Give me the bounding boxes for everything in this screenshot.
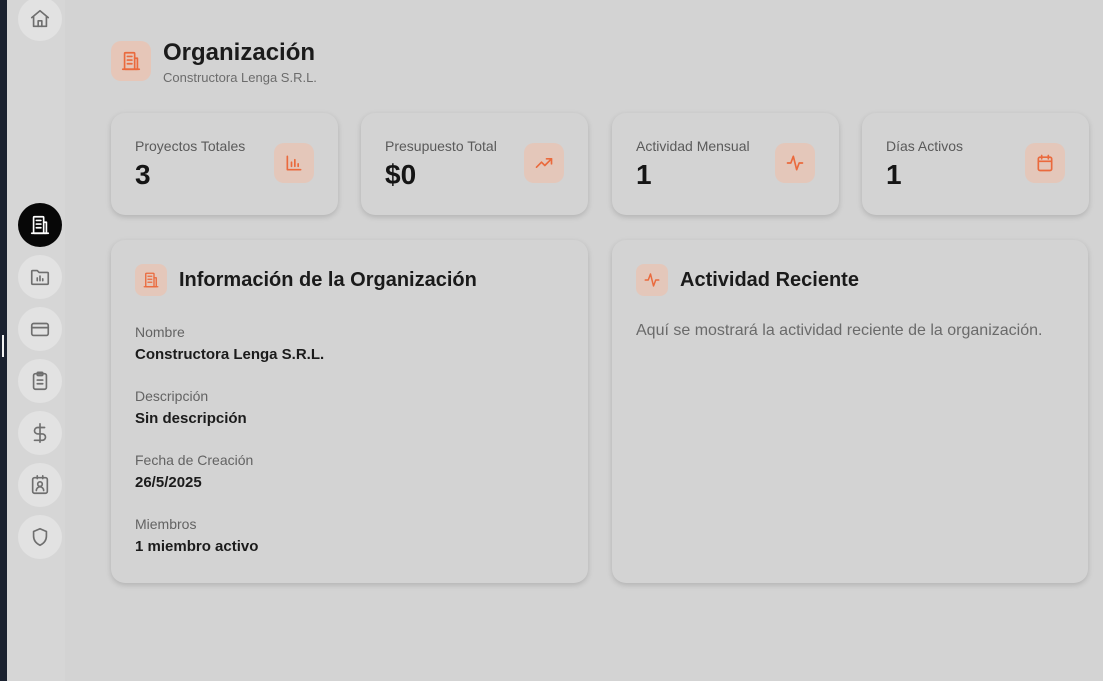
- field-creation-date: Fecha de Creación 26/5/2025: [135, 452, 253, 491]
- activity-icon: [644, 273, 660, 287]
- sidebar-item-organization[interactable]: [18, 203, 62, 247]
- stat-card-budget: Presupuesto Total $0: [361, 113, 588, 215]
- panel-title: Actividad Reciente: [680, 269, 859, 291]
- field-label: Fecha de Creación: [135, 452, 254, 468]
- field-label: Nombre: [135, 324, 185, 340]
- field-members: Miembros 1 miembro activo: [135, 516, 258, 555]
- sidebar-item-projects[interactable]: [18, 255, 62, 299]
- stat-value: 3: [135, 159, 151, 190]
- stat-label: Proyectos Totales: [135, 138, 246, 154]
- trending-up-icon: [535, 158, 553, 168]
- stat-card-monthly-activity: Actividad Mensual 1: [612, 113, 839, 215]
- sidebar-item-security[interactable]: [18, 515, 62, 559]
- building-icon: [143, 272, 159, 288]
- sidebar-item-contacts[interactable]: [18, 463, 62, 507]
- sidebar-item-payments[interactable]: [18, 307, 62, 351]
- recent-activity-panel: Actividad Reciente Aquí se mostrará la a…: [612, 240, 1088, 583]
- stat-card-projects: Proyectos Totales 3: [111, 113, 338, 215]
- shield-icon: [32, 527, 48, 547]
- stat-value: 1: [886, 159, 902, 190]
- panel-icon-badge: [636, 264, 668, 296]
- sidebar-item-tasks[interactable]: [18, 359, 62, 403]
- stat-icon-badge: [274, 143, 314, 183]
- field-name: Nombre Constructora Lenga S.R.L.: [135, 324, 324, 363]
- field-label: Descripción: [135, 388, 209, 404]
- sidebar-item-finance[interactable]: [18, 411, 62, 455]
- activity-icon: [786, 155, 804, 171]
- calendar-icon: [1037, 154, 1053, 172]
- bar-chart-icon: [286, 155, 302, 171]
- stat-icon-badge: [775, 143, 815, 183]
- stat-value: $0: [385, 159, 417, 190]
- stat-icon-badge: [1025, 143, 1065, 183]
- building-icon: [121, 51, 141, 71]
- stat-label: Días Activos: [886, 138, 964, 154]
- folder-chart-icon: [30, 269, 50, 286]
- field-value: 26/5/2025: [135, 474, 202, 491]
- main-content: Organización Constructora Lenga S.R.L. P…: [65, 0, 1103, 681]
- page-subtitle: Constructora Lenga S.R.L.: [163, 70, 317, 85]
- building-icon: [30, 215, 50, 235]
- window-edge-marker: [2, 335, 4, 357]
- contact-icon: [31, 475, 49, 495]
- field-description: Descripción Sin descripción: [135, 388, 247, 427]
- panel-title: Información de la Organización: [179, 269, 477, 291]
- sidebar-item-home[interactable]: [18, 0, 62, 41]
- field-value: Sin descripción: [135, 410, 247, 427]
- home-icon: [30, 9, 50, 28]
- stat-card-active-days: Días Activos 1: [862, 113, 1089, 215]
- field-value: 1 miembro activo: [135, 538, 259, 555]
- stat-label: Presupuesto Total: [385, 138, 497, 154]
- field-label: Miembros: [135, 516, 197, 532]
- stat-label: Actividad Mensual: [636, 138, 750, 154]
- window-edge: [0, 0, 7, 681]
- header-icon-badge: [111, 41, 151, 81]
- organization-info-panel: Información de la Organización Nombre Co…: [111, 240, 588, 583]
- clipboard-icon: [32, 371, 48, 391]
- dollar-icon: [33, 423, 47, 443]
- field-value: Constructora Lenga S.R.L.: [135, 346, 325, 363]
- stat-value: 1: [636, 159, 652, 190]
- page-title: Organización: [163, 39, 316, 66]
- stat-icon-badge: [524, 143, 564, 183]
- credit-card-icon: [30, 322, 50, 337]
- panel-icon-badge: [135, 264, 167, 296]
- activity-empty-text: Aquí se mostrará la actividad reciente d…: [636, 322, 1043, 339]
- sidebar: [7, 0, 65, 681]
